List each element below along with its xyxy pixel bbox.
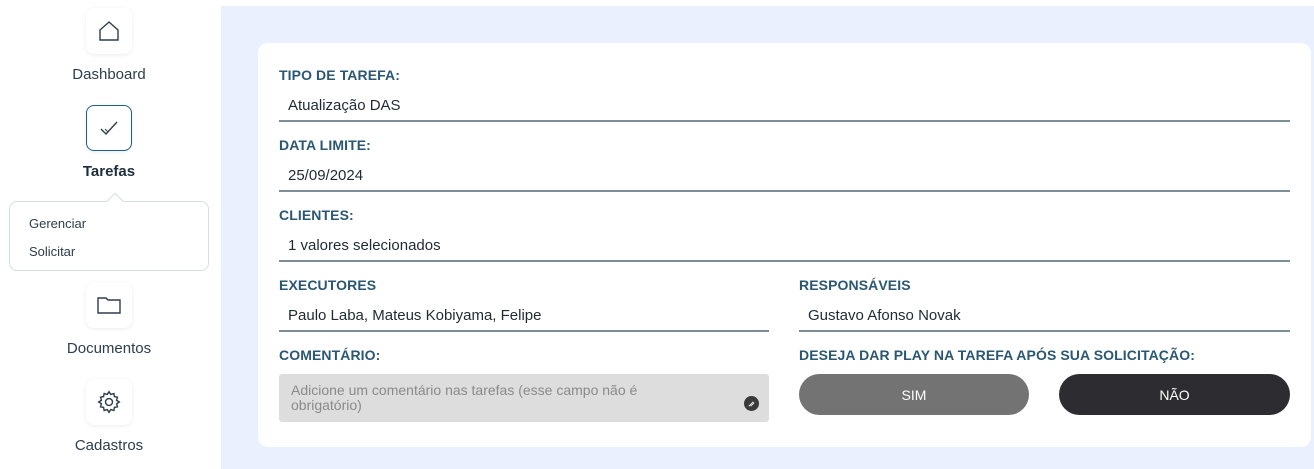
folder-icon — [86, 282, 132, 328]
task-form-card: TIPO DE TAREFA: Atualização DAS DATA LIM… — [258, 43, 1311, 447]
home-icon — [86, 8, 132, 54]
sim-button[interactable]: SIM — [799, 374, 1029, 415]
executores-underline — [279, 330, 769, 332]
executores-label: EXECUTORES — [279, 277, 377, 293]
main-area: TIPO DE TAREFA: Atualização DAS DATA LIM… — [221, 6, 1314, 469]
comentario-label: COMENTÁRIO: — [279, 347, 381, 363]
nav-item-documentos[interactable]: Documentos — [0, 282, 218, 357]
clientes-underline — [279, 260, 1290, 262]
nav-label-documentos: Documentos — [66, 340, 152, 357]
responsaveis-underline — [799, 330, 1290, 332]
nav-item-dashboard[interactable]: Dashboard — [0, 8, 218, 83]
tarefas-submenu: Gerenciar Solicitar — [9, 192, 209, 271]
submenu-caret — [106, 192, 124, 210]
tipo-tarefa-label: TIPO DE TAREFA: — [279, 67, 401, 83]
gear-icon — [86, 379, 132, 425]
comentario-placeholder: Adicione um comentário nas tarefas (esse… — [291, 382, 638, 413]
clientes-field[interactable]: 1 valores selecionados — [288, 237, 441, 254]
check-icon — [86, 105, 132, 151]
executores-field[interactable]: Paulo Laba, Mateus Kobiyama, Felipe — [288, 307, 541, 324]
data-limite-field[interactable]: 25/09/2024 — [288, 167, 363, 184]
tipo-tarefa-field[interactable]: Atualização DAS — [288, 97, 401, 114]
submenu-item-solicitar[interactable]: Solicitar — [29, 244, 75, 259]
attachment-icon[interactable] — [744, 396, 759, 411]
nao-button[interactable]: NÃO — [1059, 374, 1290, 415]
nav-item-cadastros[interactable]: Cadastros — [0, 379, 218, 454]
sidebar: Dashboard Tarefas Gerenciar Solicitar Do… — [0, 0, 221, 469]
data-limite-underline — [279, 190, 1290, 192]
responsaveis-field[interactable]: Gustavo Afonso Novak — [808, 307, 961, 324]
data-limite-label: DATA LIMITE: — [279, 137, 371, 153]
nav-label-cadastros: Cadastros — [74, 437, 144, 454]
tipo-tarefa-underline — [279, 120, 1290, 122]
nav-item-tarefas[interactable]: Tarefas — [0, 105, 218, 180]
clientes-label: CLIENTES: — [279, 207, 354, 223]
nav-label-dashboard: Dashboard — [72, 66, 146, 83]
comentario-input[interactable]: Adicione um comentário nas tarefas (esse… — [279, 374, 769, 422]
play-question-label: DESEJA DAR PLAY NA TAREFA APÓS SUA SOLIC… — [799, 347, 1195, 363]
submenu-item-gerenciar[interactable]: Gerenciar — [29, 216, 86, 231]
responsaveis-label: RESPONSÁVEIS — [799, 277, 911, 293]
nav-label-tarefas: Tarefas — [82, 163, 136, 180]
